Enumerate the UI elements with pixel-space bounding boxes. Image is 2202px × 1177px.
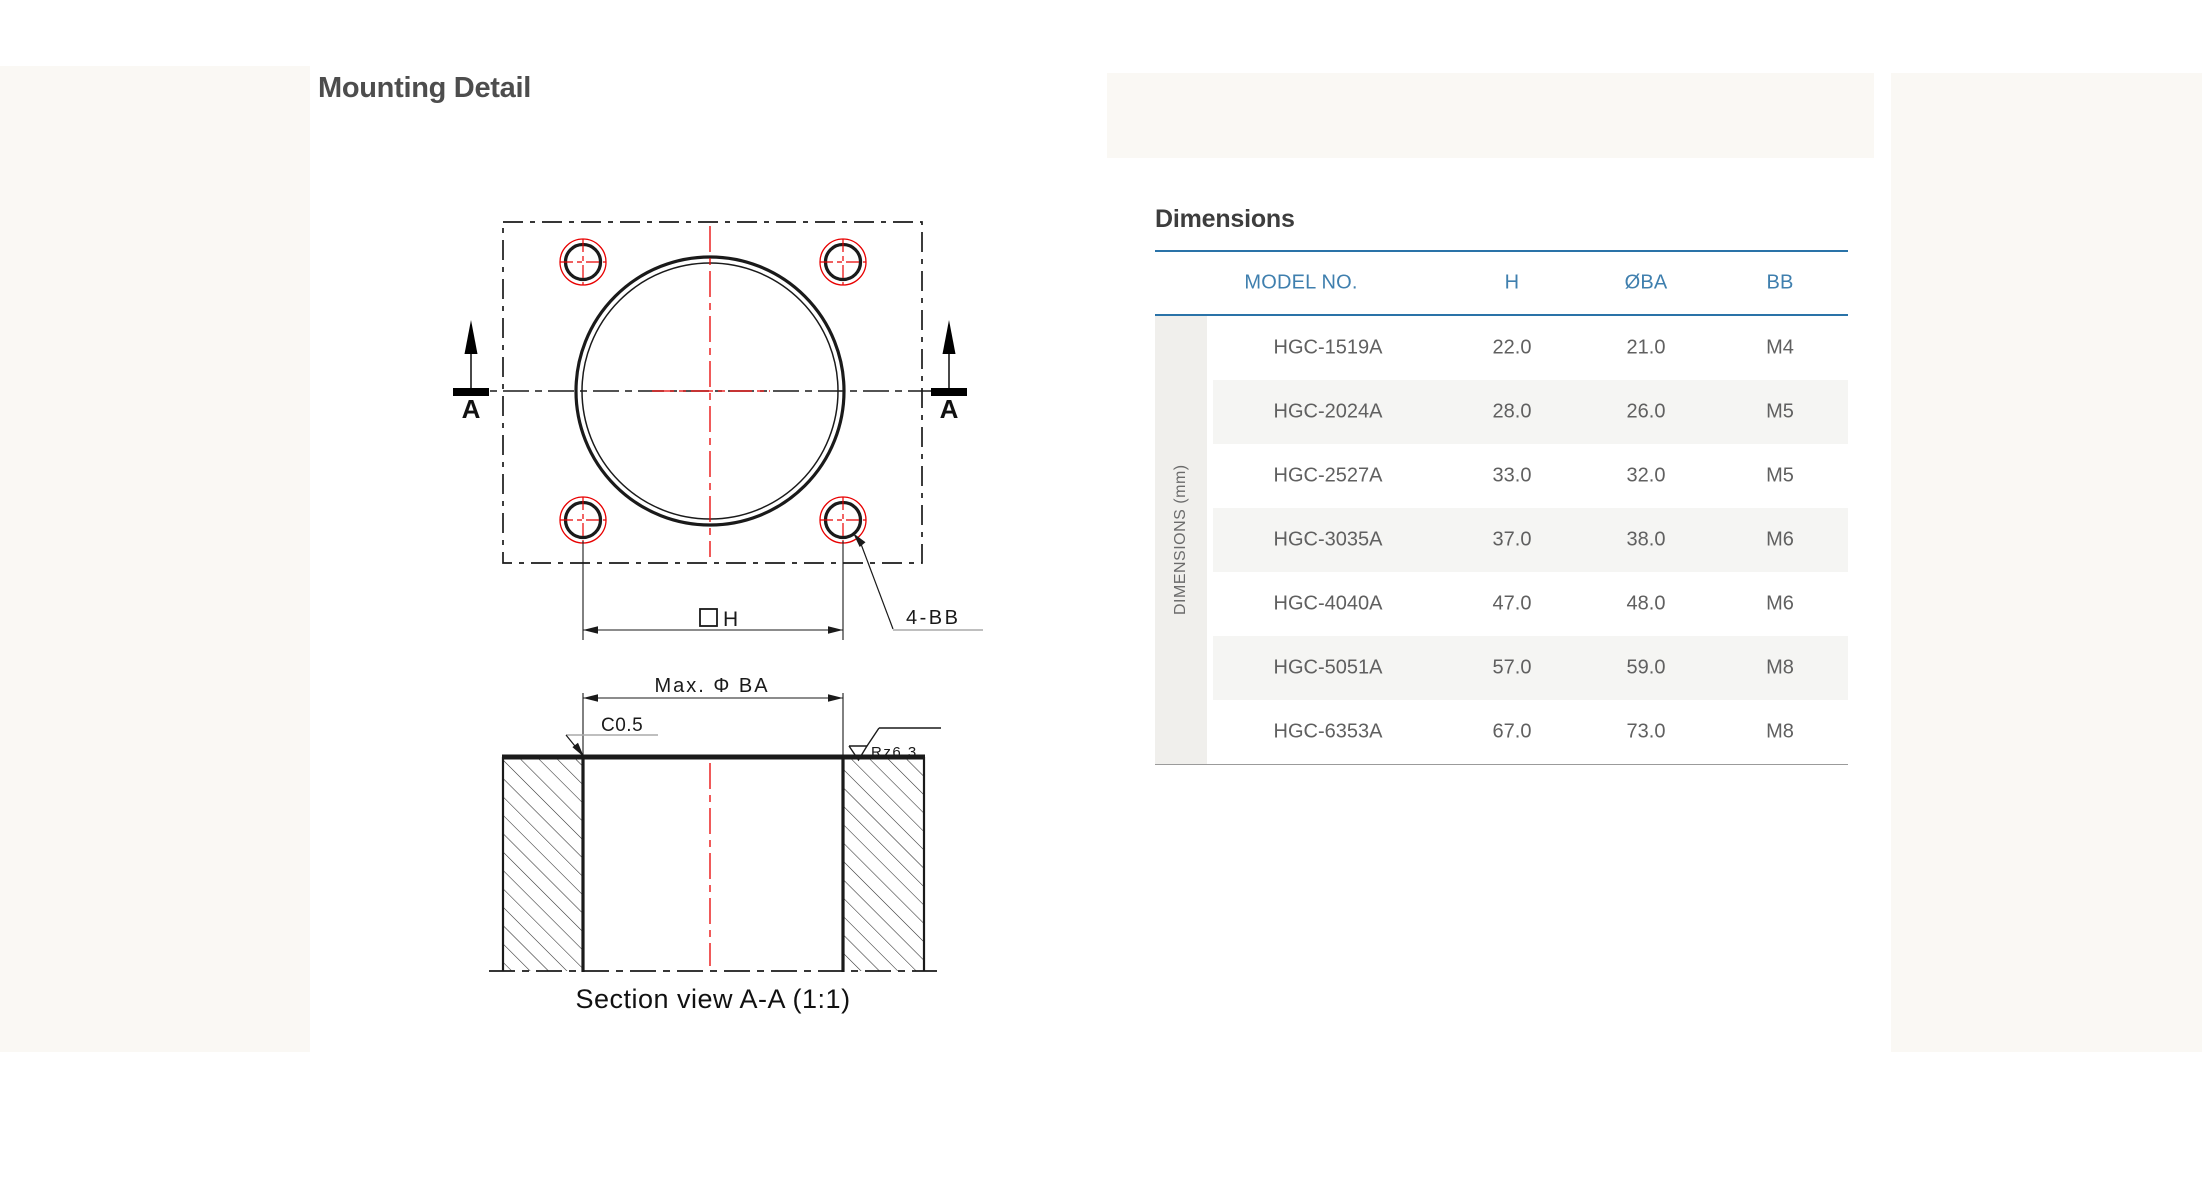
bolt-hole-bottom-right — [820, 497, 866, 543]
chamfer-callout: C0.5 — [566, 715, 658, 757]
cell-ba: 21.0 — [1627, 337, 1666, 360]
max-dia-text: Max. Φ BA — [654, 675, 769, 697]
top-right-background-band — [1107, 73, 1874, 158]
cell-ba: 59.0 — [1627, 657, 1666, 680]
square-symbol — [700, 609, 717, 626]
cell-h: 28.0 — [1493, 401, 1532, 424]
table-row: HGC-6353A 67.0 73.0 M8 — [1213, 700, 1848, 764]
cell-h: 47.0 — [1493, 593, 1532, 616]
cell-model-no: HGC-3035A — [1274, 529, 1383, 552]
cell-bb: M6 — [1766, 593, 1794, 616]
cell-model-no: HGC-2527A — [1274, 465, 1383, 488]
bolt-hole-bottom-left — [560, 497, 606, 543]
cell-model-no: HGC-2024A — [1274, 401, 1383, 424]
cell-ba: 26.0 — [1627, 401, 1666, 424]
technical-drawing: A A H 4-BB — [300, 180, 1000, 1040]
bolt-callout: 4-BB — [853, 533, 983, 630]
cell-ba: 48.0 — [1627, 593, 1666, 616]
top-view: A A H 4-BB — [453, 222, 983, 640]
table-row: HGC-5051A 57.0 59.0 M8 — [1213, 636, 1848, 700]
wall-left-hatch — [504, 759, 583, 971]
cell-model-no: HGC-1519A — [1274, 337, 1383, 360]
roughness-text: Rz6.3 — [871, 744, 918, 761]
cell-model-no: HGC-4040A — [1274, 593, 1383, 616]
cell-bb: M8 — [1766, 657, 1794, 680]
cell-bb: M4 — [1766, 337, 1794, 360]
bolt-hole-top-right — [820, 239, 866, 285]
cell-bb: M5 — [1766, 401, 1794, 424]
cell-bb: M5 — [1766, 465, 1794, 488]
cell-ba: 73.0 — [1627, 721, 1666, 744]
dimensions-section: Dimensions MODEL NO. H ØBA BB DIMENSIONS… — [1155, 205, 1848, 765]
dimension-square-h: H — [583, 541, 843, 640]
table-rows: HGC-1519A 22.0 21.0 M4 HGC-2024A 28.0 26… — [1213, 316, 1848, 764]
bolt-callout-text: 4-BB — [906, 607, 960, 629]
cell-ba: 38.0 — [1627, 529, 1666, 552]
table-header-row: MODEL NO. H ØBA BB — [1155, 250, 1848, 316]
section-view: Max. Φ BA C0.5 Rz6.3 Section view A-A (1… — [489, 675, 941, 1014]
section-cut-right: A — [931, 320, 967, 424]
wall-right-hatch — [843, 759, 923, 971]
cell-h: 57.0 — [1493, 657, 1532, 680]
right-margin-background — [1891, 73, 2202, 1052]
table-row: HGC-3035A 37.0 38.0 M6 — [1213, 508, 1848, 572]
cell-model-no: HGC-6353A — [1274, 721, 1383, 744]
section-cut-left: A — [453, 320, 489, 424]
bolt-hole-top-left — [560, 239, 606, 285]
cell-ba: 32.0 — [1627, 465, 1666, 488]
dimensions-heading: Dimensions — [1155, 205, 1848, 234]
dim-h-text: H — [723, 608, 739, 631]
section-cut-label-right: A — [940, 394, 959, 424]
chamfer-text: C0.5 — [601, 715, 643, 736]
section-cut-label-left: A — [462, 394, 481, 424]
row-group-cell: DIMENSIONS (mm) — [1155, 316, 1207, 764]
cell-h: 22.0 — [1493, 337, 1532, 360]
dimensions-table: MODEL NO. H ØBA BB DIMENSIONS (mm) HGC-1… — [1155, 250, 1848, 765]
table-row: HGC-2024A 28.0 26.0 M5 — [1213, 380, 1848, 444]
table-row: HGC-2527A 33.0 32.0 M5 — [1213, 444, 1848, 508]
cell-bb: M8 — [1766, 721, 1794, 744]
column-header-ba: ØBA — [1625, 272, 1668, 295]
column-header-bb: BB — [1766, 272, 1793, 295]
cell-bb: M6 — [1766, 529, 1794, 552]
page-title: Mounting Detail — [318, 72, 531, 105]
table-row: HGC-1519A 22.0 21.0 M4 — [1213, 316, 1848, 380]
table-row: HGC-4040A 47.0 48.0 M6 — [1213, 572, 1848, 636]
column-header-model: MODEL NO. — [1244, 272, 1357, 295]
left-margin-background — [0, 66, 310, 1052]
cell-h: 37.0 — [1493, 529, 1532, 552]
cell-h: 33.0 — [1493, 465, 1532, 488]
section-view-caption: Section view A-A (1:1) — [575, 984, 850, 1014]
column-header-h: H — [1505, 272, 1520, 295]
product-datasheet-page: { "page": { "title": "Mounting Detail" }… — [0, 0, 2202, 1177]
table-body: DIMENSIONS (mm) HGC-1519A 22.0 21.0 M4 H… — [1155, 316, 1848, 764]
cell-model-no: HGC-5051A — [1274, 657, 1383, 680]
row-group-label: DIMENSIONS (mm) — [1155, 316, 1207, 764]
cell-h: 67.0 — [1493, 721, 1532, 744]
